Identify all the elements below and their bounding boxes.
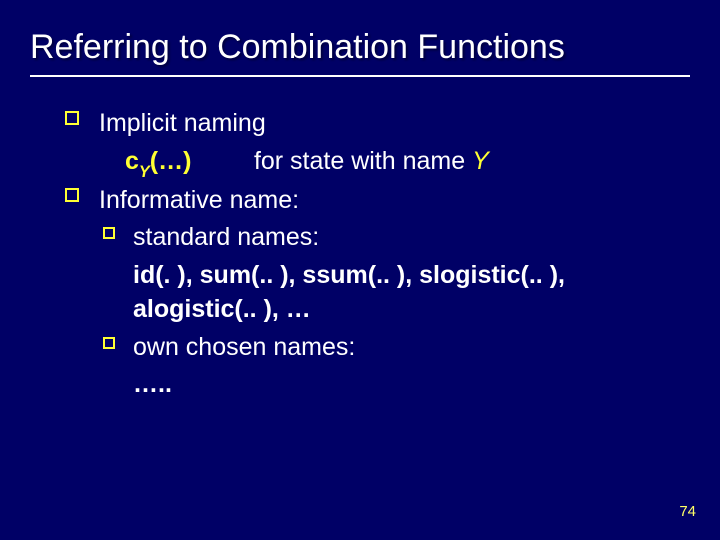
func-c: c [125,147,139,175]
standard-names-items: id(. ), sum(.. ), ssum(.. ), slogistic(.… [65,259,670,327]
implicit-label: Implicit naming [99,109,266,137]
square-bullet-icon [65,111,79,125]
square-bullet-icon [65,188,79,202]
bullet-implicit-naming: Implicit naming [65,107,670,141]
bullet-own-names: own chosen names: [65,331,670,365]
informative-label: Informative name: [99,186,299,214]
square-bullet-icon [103,227,115,239]
own-names-label: own chosen names: [133,333,355,361]
standard-names-label: standard names: [133,223,319,251]
bullet-standard-names: standard names: [65,221,670,255]
slide-body: Implicit naming cY(…) for state with nam… [0,77,720,402]
for-state-text: for state with name [254,147,472,175]
bullet-informative-name: Informative name: [65,184,670,218]
implicit-function-line: cY(…) for state with name Y [65,145,670,182]
page-number: 74 [679,503,696,520]
func-args: (…) [150,147,192,175]
state-name-y: Y [472,147,489,175]
own-names-items: ….. [65,368,670,402]
square-bullet-icon [103,337,115,349]
slide-title: Referring to Combination Functions [0,0,720,73]
slide: Referring to Combination Functions Impli… [0,0,720,540]
func-subscript: Y [139,163,150,181]
